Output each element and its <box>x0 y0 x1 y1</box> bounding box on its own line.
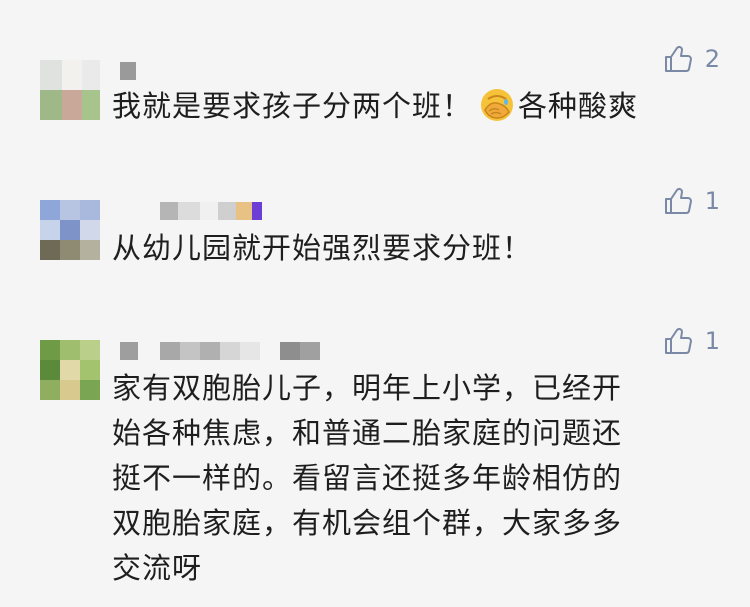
thumbs-up-icon <box>664 327 692 354</box>
avatar[interactable] <box>40 340 100 400</box>
comment-text-part: 我就是要求孩子分两个班！ <box>112 89 473 123</box>
comment-text-line: 挺不一样的。看留言还挺多年龄相仿的 <box>112 461 623 495</box>
face-palm-emoji <box>481 89 514 121</box>
comment-text-line: 家有双胞胎儿子，明年上小学，已经开 <box>112 371 623 405</box>
comment-item: 1 从幼儿园就开始强烈要求分班！ <box>0 170 750 310</box>
username-blurred <box>120 342 320 360</box>
comment-item: 2 我就是要求孩子分两个班！ 各种酸爽 <box>0 0 750 170</box>
comment-item: 1 家有双胞胎儿子，明年上小学，已经开 始各种焦虑，和普通二胎家庭的问题还 挺不… <box>0 310 750 607</box>
thumbs-up-icon <box>664 187 692 214</box>
comment-text: 家有双胞胎儿子，明年上小学，已经开 始各种焦虑，和普通二胎家庭的问题还 挺不一样… <box>112 366 622 591</box>
thumbs-up-icon <box>664 45 692 72</box>
comment-text: 从幼儿园就开始强烈要求分班！ <box>112 231 533 265</box>
comment-text-line: 双胞胎家庭，有机会组个群，大家多多 <box>112 506 623 540</box>
avatar[interactable] <box>40 60 100 120</box>
like-count: 1 <box>704 187 720 215</box>
comment-text-line: 交流呀 <box>112 551 203 585</box>
like-button[interactable]: 2 <box>663 44 720 74</box>
like-count: 1 <box>704 327 720 355</box>
username-blurred <box>160 202 262 220</box>
comment-text-line: 始各种焦虑，和普通二胎家庭的问题还 <box>112 416 623 450</box>
avatar[interactable] <box>40 200 100 260</box>
like-count: 2 <box>704 45 720 73</box>
comment-text: 我就是要求孩子分两个班！ 各种酸爽 <box>112 84 638 129</box>
comment-text-part: 各种酸爽 <box>518 89 639 123</box>
username-blurred <box>120 62 136 80</box>
like-button[interactable]: 1 <box>663 326 720 356</box>
like-button[interactable]: 1 <box>663 186 720 216</box>
